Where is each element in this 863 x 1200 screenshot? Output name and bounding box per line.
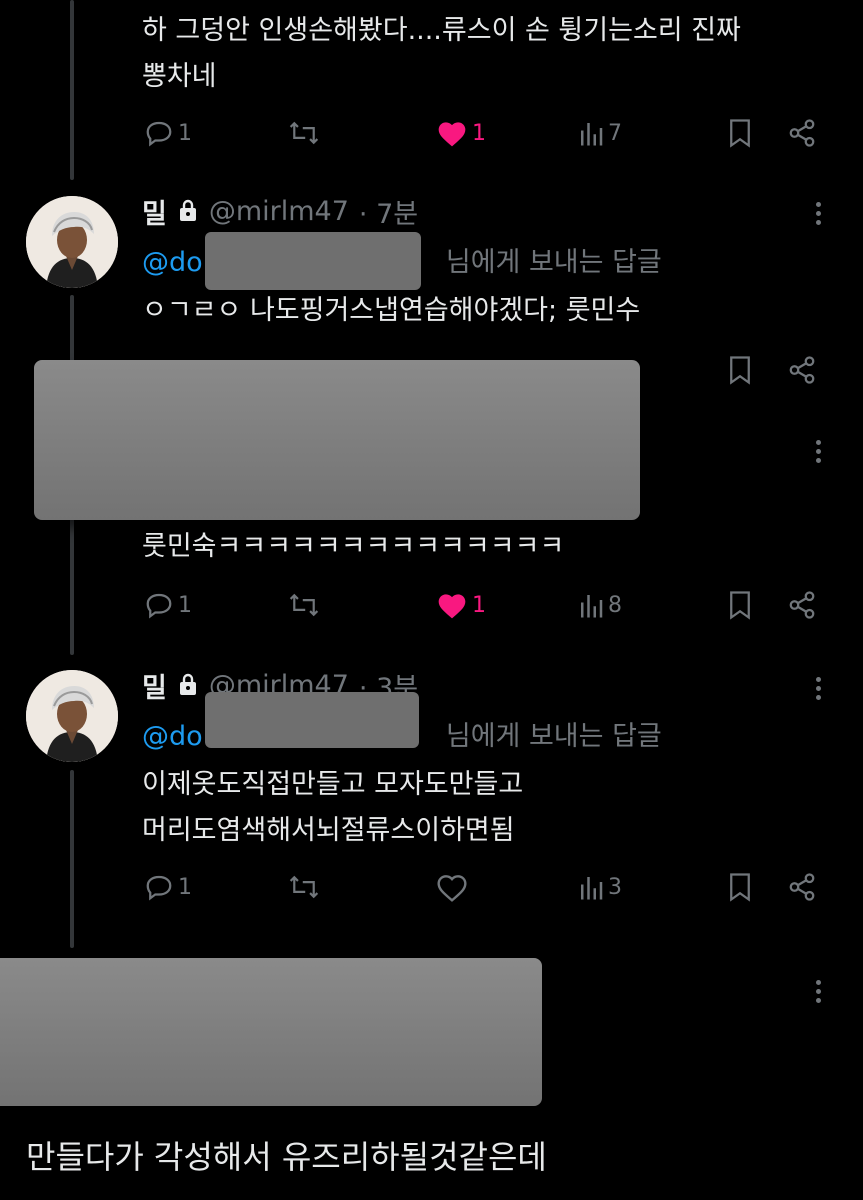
tweet-text: 룻민숙ㅋㅋㅋㅋㅋㅋㅋㅋㅋㅋㅋㅋㅋㅋ (142, 531, 565, 562)
reply-icon (144, 590, 174, 620)
views-button[interactable]: 8 (578, 590, 622, 620)
share-icon (786, 355, 818, 385)
reply-button[interactable]: 1 (144, 590, 192, 620)
reply-count: 1 (178, 874, 192, 900)
like-button[interactable]: 1 (436, 590, 486, 620)
bookmark-icon (726, 118, 754, 148)
bookmark-icon (726, 355, 754, 385)
timestamp[interactable]: · 7분 (359, 192, 418, 231)
more-icon (815, 677, 821, 682)
bookmark-button[interactable] (726, 590, 754, 620)
more-icon (815, 440, 821, 445)
thread-line (70, 0, 74, 180)
views-count: 7 (608, 120, 622, 146)
reply-button[interactable]: 1 (144, 872, 192, 902)
bookmark-button[interactable] (726, 118, 754, 148)
heart-icon (436, 118, 468, 148)
tweet-text: 하 그덩안 인생손해봤다....류스이 손 튕기는소리 진짜 뽕차네 (142, 15, 741, 92)
share-button[interactable] (786, 590, 818, 620)
share-button[interactable] (786, 872, 818, 902)
censor-block (34, 360, 640, 520)
retweet-button[interactable] (287, 872, 321, 902)
like-button[interactable]: 1 (436, 118, 486, 148)
avatar[interactable] (26, 670, 118, 762)
display-name[interactable]: 밀 (142, 666, 167, 705)
reply-button[interactable]: 1 (144, 118, 192, 148)
retweet-icon (287, 872, 321, 902)
display-name[interactable]: 밀 (142, 192, 167, 231)
views-icon (578, 872, 604, 902)
tweet-text: 만들다가 각성해서 유즈리하될것같은데 (26, 1138, 547, 1176)
bookmark-icon (726, 590, 754, 620)
views-icon (578, 118, 604, 148)
more-button[interactable] (808, 976, 828, 1006)
tweet-text: ㅇㄱㄹㅇ 나도핑거스냅연습해야겠다; 룻민수 (142, 295, 641, 326)
retweet-button[interactable] (287, 118, 321, 148)
censor-block (205, 692, 419, 748)
retweet-icon (287, 590, 321, 620)
lock-icon (177, 198, 199, 226)
mention-link[interactable]: @do (142, 247, 203, 278)
share-icon (786, 118, 818, 148)
more-button[interactable] (808, 673, 828, 703)
more-button[interactable] (808, 436, 828, 466)
views-count: 8 (608, 592, 622, 618)
more-icon (815, 980, 821, 985)
views-icon (578, 590, 604, 620)
share-icon (786, 590, 818, 620)
heart-icon (436, 872, 468, 902)
user-handle[interactable]: @mirlm47 (209, 196, 349, 227)
views-count: 3 (608, 874, 622, 900)
lock-icon (177, 672, 199, 700)
heart-icon (436, 590, 468, 620)
tweet-text: 이제옷도직접만들고 모자도만들고 머리도염색해서뇌절류스이하면됨 (142, 769, 524, 846)
reply-suffix: 님에게 보내는 답글 (445, 721, 662, 752)
avatar[interactable] (26, 196, 118, 288)
reply-suffix: 님에게 보내는 답글 (445, 247, 662, 278)
reply-count: 1 (178, 592, 192, 618)
more-button[interactable] (808, 198, 828, 228)
share-button[interactable] (786, 118, 818, 148)
reply-count: 1 (178, 120, 192, 146)
censor-block (0, 958, 542, 1106)
retweet-button[interactable] (287, 590, 321, 620)
retweet-icon (287, 118, 321, 148)
like-count: 1 (472, 592, 486, 618)
reply-icon (144, 118, 174, 148)
like-button[interactable] (436, 872, 468, 902)
bookmark-button[interactable] (726, 355, 754, 385)
bookmark-icon (726, 872, 754, 902)
mention-link[interactable]: @do (142, 721, 203, 752)
reply-icon (144, 872, 174, 902)
more-icon (815, 202, 821, 207)
like-count: 1 (472, 120, 486, 146)
share-icon (786, 872, 818, 902)
share-button[interactable] (786, 355, 818, 385)
censor-block (205, 232, 421, 290)
views-button[interactable]: 7 (578, 118, 622, 148)
views-button[interactable]: 3 (578, 872, 622, 902)
bookmark-button[interactable] (726, 872, 754, 902)
thread-line (70, 770, 74, 948)
